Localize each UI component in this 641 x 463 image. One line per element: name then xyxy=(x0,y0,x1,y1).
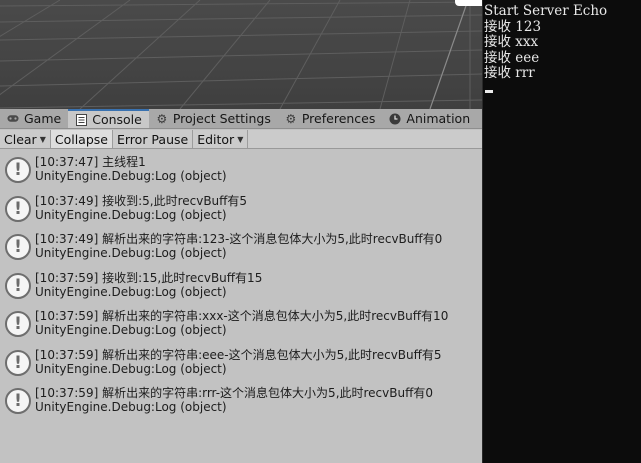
tab-label: Preferences xyxy=(301,111,376,126)
log-entry[interactable]: ! [10:37:47] 主线程1 UnityEngine.Debug:Log … xyxy=(0,150,482,189)
tab-label: Console xyxy=(92,112,142,127)
panel-tab-bar: Game Console ⚙ Project Settings ⚙ Prefer… xyxy=(0,109,482,129)
log-entry[interactable]: ! [10:37:59] 接收到:15,此时recvBuff有15 UnityE… xyxy=(0,266,482,305)
log-info-icon: ! xyxy=(5,195,31,222)
log-message: [10:37:59] 解析出来的字符串:eee-这个消息包体大小为5,此时rec… xyxy=(35,347,442,362)
error-pause-label: Error Pause xyxy=(116,131,189,147)
log-message: [10:37:47] 主线程1 xyxy=(35,155,146,169)
log-message: [10:37:59] 解析出来的字符串:xxx-这个消息包体大小为5,此时rec… xyxy=(35,309,449,323)
clock-icon xyxy=(389,113,401,125)
collapse-label: Collapse xyxy=(54,131,108,147)
log-source: UnityEngine.Debug:Log (object) xyxy=(35,400,227,414)
log-source: UnityEngine.Debug:Log (object) xyxy=(35,246,227,260)
log-info-icon: ! xyxy=(5,388,31,414)
log-entry[interactable]: ! [10:37:59] 解析出来的字符串:rrr-这个消息包体大小为5,此时r… xyxy=(0,381,482,420)
tab-console[interactable]: Console xyxy=(68,109,149,128)
editor-label: Editor xyxy=(197,131,235,147)
tab-label: Project Settings xyxy=(172,111,271,126)
clear-label: Clear xyxy=(4,131,37,147)
log-info-icon: ! xyxy=(5,234,31,260)
log-entry[interactable]: ! [10:37:49] 解析出来的字符串:123-这个消息包体大小为5,此时r… xyxy=(0,227,482,266)
tab-project-settings[interactable]: ⚙ Project Settings xyxy=(149,109,278,128)
log-info-icon: ! xyxy=(5,349,31,376)
tab-preferences[interactable]: ⚙ Preferences xyxy=(278,109,383,128)
log-source: UnityEngine.Debug:Log (object) xyxy=(35,207,227,222)
log-info-icon: ! xyxy=(5,272,31,299)
log-info-icon: ! xyxy=(5,311,31,337)
console-log-list[interactable]: ! [10:37:47] 主线程1 UnityEngine.Debug:Log … xyxy=(0,150,482,463)
tab-label: Game xyxy=(24,111,62,126)
log-source: UnityEngine.Debug:Log (object) xyxy=(35,169,227,183)
log-message: [10:37:49] 解析出来的字符串:123-这个消息包体大小为5,此时rec… xyxy=(35,232,443,246)
log-entry[interactable]: ! [10:37:49] 接收到:5,此时recvBuff有5 UnityEng… xyxy=(0,189,482,228)
scene-grid xyxy=(0,0,482,109)
gamepad-icon xyxy=(7,113,19,125)
log-source: UnityEngine.Debug:Log (object) xyxy=(35,284,227,299)
chevron-down-icon: ▼ xyxy=(237,134,244,144)
scene-view[interactable] xyxy=(0,0,482,109)
scene-corner-marker xyxy=(455,0,482,6)
console-icon xyxy=(75,113,87,126)
terminal-cursor xyxy=(485,89,493,93)
log-source: UnityEngine.Debug:Log (object) xyxy=(35,323,227,337)
terminal-line: 接收 eee xyxy=(484,49,540,66)
gear-icon: ⚙ xyxy=(156,111,168,126)
log-message: [10:37:59] 解析出来的字符串:rrr-这个消息包体大小为5,此时rec… xyxy=(35,386,433,400)
clear-button[interactable]: Clear ▼ xyxy=(0,130,51,148)
collapse-toggle[interactable]: Collapse xyxy=(50,130,113,148)
terminal-line: 接收 rrr xyxy=(484,65,535,81)
console-toolbar: Clear ▼ Collapse Error Pause Editor ▼ xyxy=(0,130,482,149)
editor-dropdown[interactable]: Editor ▼ xyxy=(193,130,249,148)
log-info-icon: ! xyxy=(5,157,31,183)
tab-animation[interactable]: Animation xyxy=(382,109,477,128)
tab-game[interactable]: Game xyxy=(0,109,68,128)
chevron-down-icon[interactable]: ▼ xyxy=(40,135,46,144)
gear-icon: ⚙ xyxy=(285,111,297,126)
terminal-line: 接收 xxx xyxy=(484,34,539,50)
error-pause-toggle[interactable]: Error Pause xyxy=(113,130,194,148)
log-message: [10:37:59] 接收到:15,此时recvBuff有15 xyxy=(35,270,263,285)
log-source: UnityEngine.Debug:Log (object) xyxy=(35,361,227,376)
log-entry[interactable]: ! [10:37:59] 解析出来的字符串:xxx-这个消息包体大小为5,此时r… xyxy=(0,304,482,343)
terminal-line: Start Server Echo xyxy=(484,3,608,19)
log-message: [10:37:49] 接收到:5,此时recvBuff有5 xyxy=(35,193,248,208)
tab-label: Animation xyxy=(406,111,471,126)
log-entry[interactable]: ! [10:37:59] 解析出来的字符串:eee-这个消息包体大小为5,此时r… xyxy=(0,343,482,382)
terminal-line: 接收 123 xyxy=(484,18,542,35)
server-terminal[interactable]: Start Server Echo 接收 123 接收 xxx 接收 eee 接… xyxy=(482,0,641,463)
